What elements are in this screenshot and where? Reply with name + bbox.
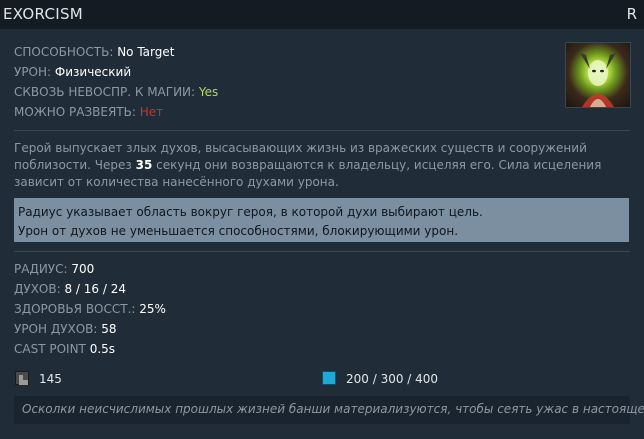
stat-key: CAST POINT: [14, 342, 86, 356]
ability-tooltip: EXORCISM R СПОСОБНОСТЬ: No Target УРОН: …: [0, 0, 644, 439]
divider: [14, 130, 630, 131]
attribute-ability-type: СПОСОБНОСТЬ: No Target: [14, 45, 218, 65]
stat-key: ДУХОВ:: [14, 282, 61, 296]
attribute-key: СПОСОБНОСТЬ:: [14, 45, 114, 59]
stat-value: 0.5s: [89, 342, 116, 356]
ability-stats: РАДИУС: 700 ДУХОВ: 8 / 16 / 24 ЗДОРОВЬЯ …: [14, 262, 166, 362]
stat-radius: РАДИУС: 700: [14, 262, 166, 282]
cooldown-value: 145: [39, 372, 62, 386]
note-line: Урон от духов не уменьшается способностя…: [18, 224, 459, 238]
stat-value: 700: [71, 262, 95, 276]
stat-key: РАДИУС:: [14, 262, 68, 276]
attribute-value: Физический: [54, 65, 132, 79]
attribute-value: Yes: [198, 85, 219, 99]
stat-cast-point: CAST POINT 0.5s: [14, 342, 166, 362]
stat-heal-percent: ЗДОРОВЬЯ ВОССТ.: 25%: [14, 302, 166, 322]
attribute-damage-type: УРОН: Физический: [14, 65, 218, 85]
description-duration: 35: [135, 158, 153, 172]
mana-value: 200 / 300 / 400: [346, 372, 439, 386]
attribute-pierces-immunity: СКВОЗЬ НЕВОСПР. К МАГИИ: Yes: [14, 85, 218, 105]
cooldown-icon: [15, 371, 29, 385]
attribute-value: No Target: [117, 45, 175, 59]
ability-hotkey: R: [626, 5, 637, 23]
lore-box: Осколки неисчислимых прошлых жизней банш…: [14, 396, 644, 424]
stat-value: 58: [101, 322, 117, 336]
ability-description: Герой выпускает злых духов, высасывающих…: [14, 140, 628, 191]
mana-icon: [322, 371, 336, 385]
stat-spirits: ДУХОВ: 8 / 16 / 24: [14, 282, 166, 302]
banshee-spirit-portrait-icon: [580, 53, 616, 107]
ability-portrait: [565, 42, 631, 108]
title-bar: EXORCISM R: [0, 0, 644, 29]
stat-spirit-damage: УРОН ДУХОВ: 58: [14, 322, 166, 342]
attribute-key: СКВОЗЬ НЕВОСПР. К МАГИИ:: [14, 85, 196, 99]
divider: [14, 251, 630, 252]
stat-value: 25%: [139, 302, 166, 316]
attribute-value: Нет: [139, 105, 164, 119]
stat-key: ЗДОРОВЬЯ ВОССТ.:: [14, 302, 136, 316]
stat-value: 8 / 16 / 24: [64, 282, 126, 296]
note-line: Радиус указывает область вокруг героя, в…: [18, 205, 483, 219]
ability-attributes: СПОСОБНОСТЬ: No Target УРОН: Физический …: [14, 45, 218, 125]
attribute-dispellable: МОЖНО РАЗВЕЯТЬ: Нет: [14, 105, 218, 125]
attribute-key: УРОН:: [14, 65, 52, 79]
lore-text: Осколки неисчислимых прошлых жизней банш…: [22, 402, 644, 416]
ability-title: EXORCISM: [3, 5, 84, 23]
stat-key: УРОН ДУХОВ:: [14, 322, 98, 336]
attribute-key: МОЖНО РАЗВЕЯТЬ:: [14, 105, 136, 119]
ability-note: Радиус указывает область вокруг героя, в…: [14, 198, 629, 242]
